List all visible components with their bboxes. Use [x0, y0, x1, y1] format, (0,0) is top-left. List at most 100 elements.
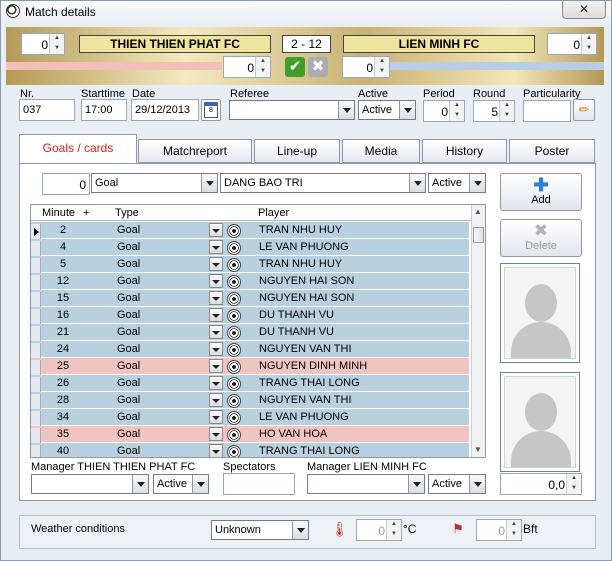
chevron-down-icon[interactable] [209, 376, 223, 390]
match-result[interactable]: 2 - 12 [282, 35, 331, 53]
away-manager-status-select[interactable]: Active [428, 474, 486, 494]
table-row[interactable]: 35 Goal HO VAN HOA [31, 426, 469, 444]
row-indicator[interactable] [31, 241, 41, 257]
row-indicator[interactable] [31, 224, 41, 240]
chevron-down-icon[interactable] [209, 325, 223, 339]
calendar-icon[interactable]: 8 [201, 99, 221, 121]
table-row[interactable]: 28 Goal NGUYEN VAN THI [31, 392, 469, 410]
tab-poster[interactable]: Poster [509, 139, 595, 163]
chevron-down-icon[interactable] [292, 521, 308, 539]
close-button[interactable]: ✕ [562, 1, 606, 19]
header-plus[interactable]: + [83, 207, 89, 219]
temperature-spinner[interactable]: 0 [356, 519, 402, 541]
grid-scrollbar[interactable]: ▲ ▼ [471, 205, 485, 457]
row-indicator[interactable] [31, 394, 41, 410]
scroll-thumb[interactable] [473, 227, 484, 243]
rating-spinner[interactable]: 0,0 [500, 473, 582, 495]
row-indicator[interactable] [31, 377, 41, 393]
table-row[interactable]: 2 Goal TRAN NHU HUY [31, 222, 469, 240]
wind-spinner[interactable]: 0 [476, 519, 522, 541]
chevron-down-icon[interactable] [132, 475, 148, 493]
home-manager-select[interactable] [31, 474, 149, 494]
row-indicator[interactable] [31, 309, 41, 325]
period-spinner[interactable]: 0 [423, 100, 465, 122]
row-indicator[interactable] [31, 360, 41, 376]
away-manager-select[interactable] [307, 474, 425, 494]
table-row[interactable]: 21 Goal DU THANH VU [31, 324, 469, 342]
table-row[interactable]: 34 Goal LE VAN PHUONG [31, 409, 469, 427]
tab-goals-cards[interactable]: Goals / cards [19, 134, 137, 164]
entry-minute-field[interactable]: 0 [42, 173, 90, 195]
tab-line-up[interactable]: Line-up [254, 139, 340, 163]
row-indicator[interactable] [31, 343, 41, 359]
chevron-down-icon[interactable] [209, 274, 223, 288]
table-row[interactable]: 5 Goal TRAN NHU HUY [31, 256, 469, 274]
entry-status-select[interactable]: Active [428, 173, 486, 193]
chevron-down-icon[interactable] [409, 174, 425, 192]
row-indicator[interactable] [31, 445, 41, 457]
chevron-down-icon[interactable] [469, 174, 485, 192]
particularity-field[interactable] [523, 100, 571, 122]
chevron-down-icon[interactable] [209, 291, 223, 305]
chevron-down-icon[interactable] [209, 342, 223, 356]
away-penalty-spinner[interactable]: 0 [342, 56, 390, 78]
round-spinner[interactable]: 5 [473, 100, 515, 122]
home-penalty-spinner[interactable]: 0 [223, 56, 271, 78]
table-row[interactable]: 26 Goal TRANG THAI LONG [31, 375, 469, 393]
spectators-field[interactable] [223, 473, 295, 495]
tab-matchreport[interactable]: Matchreport [138, 139, 252, 163]
row-indicator[interactable] [31, 411, 41, 427]
chevron-down-icon[interactable] [209, 359, 223, 373]
row-type: Goal [117, 411, 141, 423]
chevron-down-icon[interactable] [209, 444, 223, 457]
referee-select[interactable] [229, 100, 355, 120]
edit-pencil-icon[interactable]: ✏ [573, 99, 595, 121]
nr-field[interactable]: 037 [19, 99, 75, 121]
add-button[interactable]: ✚ Add [500, 173, 582, 211]
chevron-down-icon[interactable] [408, 475, 424, 493]
entry-player-select[interactable]: DANG BAO TRI [220, 173, 426, 193]
starttime-field[interactable]: 17:00 [81, 99, 127, 121]
chevron-down-icon[interactable] [209, 427, 223, 441]
row-indicator[interactable] [31, 326, 41, 342]
tab-history[interactable]: History [422, 139, 507, 163]
chevron-down-icon[interactable] [209, 410, 223, 424]
chevron-down-icon[interactable] [201, 174, 217, 192]
row-indicator[interactable] [31, 292, 41, 308]
chevron-down-icon[interactable] [209, 240, 223, 254]
active-select[interactable]: Active [358, 100, 416, 120]
table-row[interactable]: 4 Goal LE VAN PHUONG [31, 239, 469, 257]
chevron-down-icon[interactable] [209, 257, 223, 271]
header-type[interactable]: Type [115, 207, 139, 219]
scroll-down-icon[interactable]: ▼ [474, 445, 482, 454]
chevron-down-icon[interactable] [192, 475, 208, 493]
cancel-x-icon[interactable]: ✖ [308, 57, 328, 77]
entry-type-select[interactable]: Goal [91, 173, 218, 193]
date-field[interactable]: 29/12/2013 [131, 99, 199, 121]
confirm-check-icon[interactable]: ✔ [285, 57, 305, 77]
table-row[interactable]: 12 Goal NGUYEN HAI SON [31, 273, 469, 291]
header-minute[interactable]: Minute [42, 207, 75, 219]
row-indicator[interactable] [31, 275, 41, 291]
row-indicator[interactable] [31, 428, 41, 444]
header-player[interactable]: Player [258, 207, 289, 219]
chevron-down-icon[interactable] [399, 101, 415, 119]
scroll-up-icon[interactable]: ▲ [474, 207, 482, 216]
table-row[interactable]: 24 Goal NGUYEN VAN THI [31, 341, 469, 359]
table-row[interactable]: 25 Goal NGUYEN DINH MINH [31, 358, 469, 376]
home-extra-spinner[interactable]: 0 [21, 33, 65, 55]
tab-media[interactable]: Media [342, 139, 420, 163]
chevron-down-icon[interactable] [209, 308, 223, 322]
chevron-down-icon[interactable] [209, 223, 223, 237]
delete-button[interactable]: ✖ Delete [500, 219, 582, 257]
row-indicator[interactable] [31, 258, 41, 274]
home-manager-status-select[interactable]: Active [153, 474, 209, 494]
table-row[interactable]: 16 Goal DU THANH VU [31, 307, 469, 325]
weather-select[interactable]: Unknown [211, 520, 309, 540]
table-row[interactable]: 15 Goal NGUYEN HAI SON [31, 290, 469, 308]
chevron-down-icon[interactable] [469, 475, 485, 493]
away-extra-spinner[interactable]: 0 [547, 33, 597, 55]
chevron-down-icon[interactable] [338, 101, 354, 119]
table-row[interactable]: 40 Goal TRANG THAI LONG [31, 443, 469, 457]
chevron-down-icon[interactable] [209, 393, 223, 407]
